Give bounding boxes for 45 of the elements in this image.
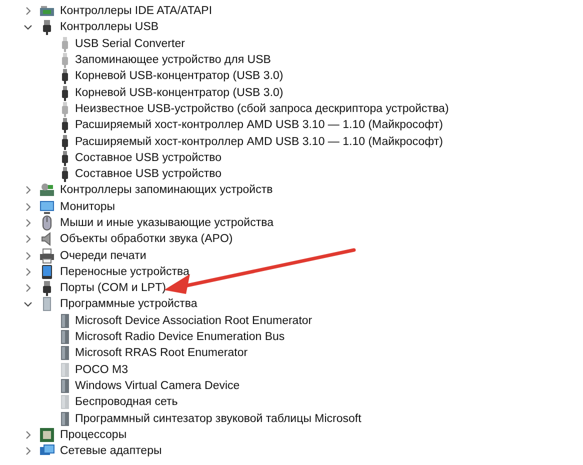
- chevron-icon[interactable]: [23, 430, 33, 440]
- monitor-icon: [39, 198, 55, 215]
- printer-icon: [39, 248, 55, 264]
- chevron-icon[interactable]: [23, 250, 33, 261]
- category-label[interactable]: Контроллеры запоминающих устройств: [60, 184, 273, 196]
- category-label[interactable]: Сетевые адаптеры: [60, 445, 162, 458]
- category-label[interactable]: Очереди печати: [60, 250, 146, 262]
- chevron-icon[interactable]: [23, 266, 33, 277]
- device-label[interactable]: Составное USB устройство: [75, 168, 222, 180]
- category-label[interactable]: Мониторы: [60, 200, 116, 213]
- chevron-icon[interactable]: [23, 446, 33, 456]
- device-label[interactable]: Windows Virtual Camera Device: [75, 380, 240, 392]
- device-label[interactable]: Расширяемый хост-контроллер AMD USB 3.10 — 1.10 (Майкрософт): [75, 119, 443, 132]
- chevron-icon[interactable]: [23, 185, 33, 196]
- device-label[interactable]: Корневой USB-концентратор (USB 3.0): [75, 70, 284, 82]
- device-label[interactable]: POCO M3: [75, 364, 128, 376]
- device-label[interactable]: Неизвестное USB-устройство (сбой запроса дескриптора устройства): [75, 102, 449, 115]
- chevron-icon[interactable]: [23, 202, 33, 212]
- category-label[interactable]: Программные устройства: [60, 298, 198, 310]
- processor-icon: [39, 426, 55, 443]
- device-label[interactable]: Microsoft Device Association Root Enumerator: [75, 314, 312, 327]
- chevron-icon[interactable]: [23, 283, 33, 294]
- device-label[interactable]: Запоминающее устройство для USB: [75, 54, 271, 66]
- category-label[interactable]: Процессоры: [60, 428, 127, 441]
- category-label[interactable]: Переносные устройства: [60, 266, 190, 278]
- category-label[interactable]: Контроллеры IDE ATA/ATAPI: [60, 5, 212, 18]
- chevron-icon[interactable]: [23, 6, 33, 16]
- device-label[interactable]: Составное USB устройство: [75, 152, 222, 164]
- device-label[interactable]: Microsoft RRAS Root Enumerator: [75, 347, 248, 360]
- category-label[interactable]: Порты (COM и LPT): [60, 282, 166, 294]
- portable-device-icon: [39, 264, 55, 280]
- chevron-icon[interactable]: [23, 218, 33, 228]
- category-label[interactable]: Мыши и иные указывающие устройства: [60, 217, 274, 229]
- device-label[interactable]: Программный синтезатор звуковой таблицы Microsoft: [75, 412, 362, 425]
- chevron-icon[interactable]: [23, 299, 33, 310]
- device-label[interactable]: Microsoft Radio Device Enumeration Bus: [75, 331, 285, 344]
- device-label[interactable]: Корневой USB-концентратор (USB 3.0): [75, 86, 284, 99]
- chevron-icon[interactable]: [23, 234, 33, 244]
- storage-controller-icon: [39, 182, 55, 198]
- device-label[interactable]: Расширяемый хост-контроллер AMD USB 3.10 — 1.10 (Майкрософт): [75, 136, 443, 148]
- category-label[interactable]: Объекты обработки звука (APO): [60, 233, 233, 246]
- category-label[interactable]: Контроллеры USB: [60, 21, 159, 34]
- device-label[interactable]: Беспроводная сеть: [75, 396, 178, 408]
- device-label[interactable]: USB Serial Converter: [75, 38, 185, 50]
- chevron-icon[interactable]: [23, 22, 33, 32]
